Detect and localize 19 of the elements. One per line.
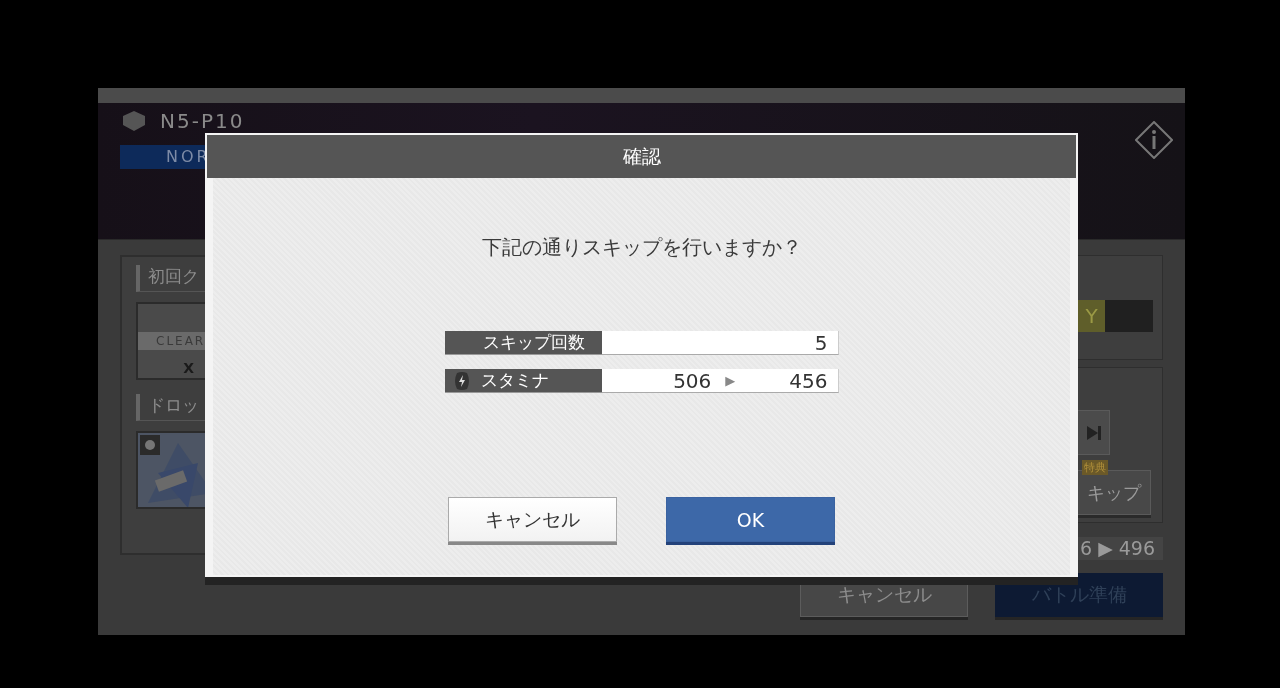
- stage-code: N5-P10: [160, 109, 245, 133]
- bonus-tag: 特典: [1082, 460, 1108, 475]
- skip-forward-icon: [1085, 424, 1102, 441]
- dialog-title: 確認: [207, 135, 1076, 178]
- cancel-button[interactable]: キャンセル: [448, 497, 617, 542]
- row-label: スキップ回数: [444, 331, 602, 355]
- rank-tag: Y: [1078, 300, 1105, 332]
- lightning-icon: [452, 370, 471, 391]
- arrow-mark: ▶: [725, 373, 736, 388]
- stamina-after: 456: [789, 368, 828, 393]
- stamina-before: 506: [673, 368, 712, 393]
- skip-forward-button[interactable]: [1078, 410, 1110, 455]
- dialog-message: 下記の通りスキップを行いますか？: [481, 234, 802, 261]
- info-icon[interactable]: [1135, 121, 1173, 159]
- rank-bar: [1105, 300, 1153, 332]
- row-label: スタミナ: [480, 369, 549, 392]
- ok-button[interactable]: OK: [666, 497, 835, 542]
- value-field: 5: [601, 331, 839, 355]
- stamina-preview: 6 ▶ 496: [1078, 537, 1163, 560]
